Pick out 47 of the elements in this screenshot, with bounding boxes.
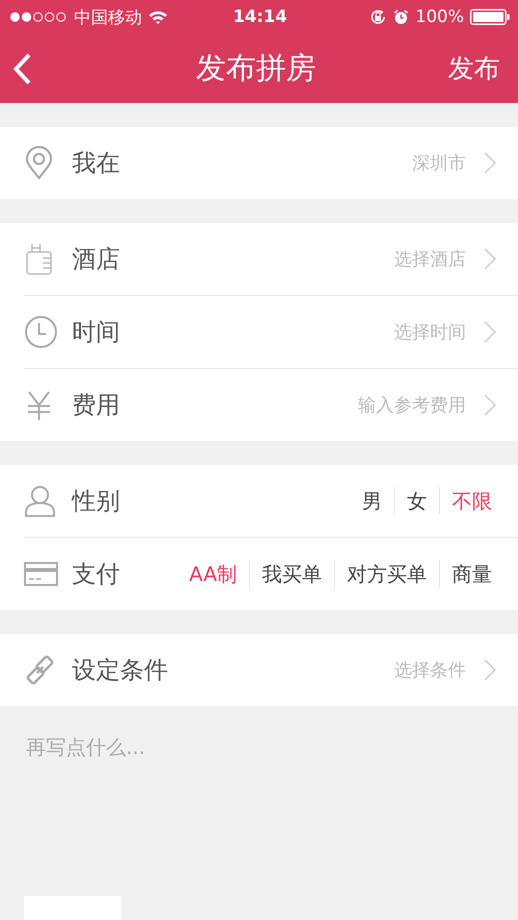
person-icon — [24, 485, 56, 517]
row-label: 性别 — [72, 486, 121, 517]
row-label: 设定条件 — [72, 655, 169, 686]
row-value: 输入参考费用 — [358, 394, 466, 417]
chevron-icon — [484, 321, 496, 343]
publish-button[interactable]: 发布 — [410, 51, 500, 86]
wifi-icon — [148, 10, 168, 24]
list-row[interactable]: 酒店 选择酒店 — [24, 223, 518, 295]
option-button[interactable]: 对方买单 — [335, 560, 439, 588]
back-icon — [12, 52, 32, 86]
option-button[interactable]: 商量 — [440, 560, 496, 588]
page-title: 发布拼房 — [196, 50, 316, 88]
carrier-name: 中国移动 — [74, 6, 142, 28]
location-pin-icon — [24, 146, 54, 180]
row-label: 费用 — [72, 390, 121, 421]
option-button[interactable]: AA制 — [177, 560, 249, 588]
battery-icon — [470, 9, 510, 25]
option-row[interactable]: 性别 男 女 不限 — [24, 465, 518, 537]
battery-percent: 100% — [415, 7, 464, 27]
chevron-icon — [484, 394, 496, 416]
row-value: 深圳市 — [412, 152, 466, 175]
option-button[interactable]: 不限 — [440, 488, 496, 514]
link-icon — [24, 654, 56, 686]
chevron-icon — [484, 248, 496, 270]
row-label: 支付 — [72, 559, 121, 590]
signal-icon — [10, 12, 68, 22]
option-row[interactable]: 支付 AA制 我买单 对方买单 商量 — [24, 537, 518, 610]
row-label: 酒店 — [72, 244, 121, 275]
status-time: 14:14 — [232, 7, 288, 27]
chevron-icon — [484, 152, 496, 174]
row-label: 我在 — [72, 148, 121, 179]
chevron-icon — [484, 659, 496, 681]
building-icon — [24, 242, 54, 276]
row-value: 选择时间 — [394, 321, 466, 344]
option-button[interactable]: 我买单 — [250, 560, 334, 588]
rotation-lock-icon — [369, 8, 388, 26]
option-button[interactable]: 男 — [350, 488, 394, 514]
row-label: 时间 — [72, 317, 121, 348]
row-value: 选择条件 — [394, 659, 466, 682]
list-row[interactable]: 费用 输入参考费用 — [24, 368, 518, 441]
alarm-icon — [393, 9, 410, 25]
list-row[interactable]: 时间 选择时间 — [24, 295, 518, 368]
row-value: 选择酒店 — [394, 248, 466, 271]
option-button[interactable]: 女 — [395, 488, 439, 514]
card-icon — [24, 562, 58, 586]
clock-icon — [24, 315, 58, 349]
note-field[interactable]: 再写点什么... — [24, 732, 488, 856]
